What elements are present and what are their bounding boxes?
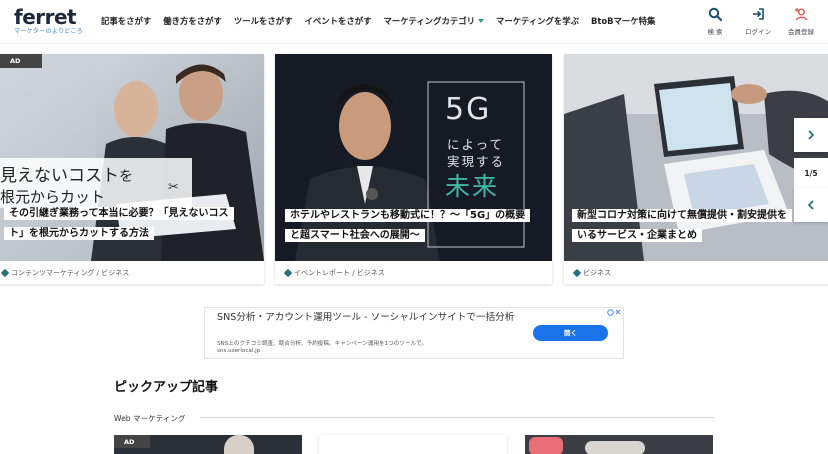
carousel-card[interactable]: 見えないコストを 根元からカット ✂ その引継ぎ業務って本当に必要？「見えないコ… xyxy=(0,54,264,284)
ad-banner[interactable]: SNS分析・アカウント運用ツール - ソーシャルインサイトで一括分析 SNS上の… xyxy=(204,307,624,359)
nav-label: マーケティングカテゴリ xyxy=(383,16,475,26)
ad-description: SNS上のクチコミ調査、競合分析、予約投稿、キャンペーン運用を1つのツールで。 xyxy=(217,341,428,347)
nav-label: イベントをさがす xyxy=(304,16,372,26)
chevron-left-icon xyxy=(807,200,814,210)
pickup-card[interactable] xyxy=(319,435,507,454)
carousel-prev-button[interactable] xyxy=(794,188,828,222)
carousel-pager: 1/5 xyxy=(794,158,828,188)
ad-open-button[interactable]: 開く xyxy=(533,325,608,341)
logo-tagline: マーケターのよりどころ xyxy=(14,28,84,35)
chevron-right-icon xyxy=(808,130,815,140)
card-headline: 新型コロナ対策に向けて無償提供・割安提供を いるサービス・企業まとめ xyxy=(572,206,792,246)
nav-learn-marketing[interactable]: マーケティングを学ぶ xyxy=(496,15,579,27)
nav-label: マーケティングを学ぶ xyxy=(495,16,580,26)
ad-badge: AD xyxy=(0,54,42,68)
tag-icon xyxy=(283,268,293,278)
tag-text: コンテンツマーケティング / ビジネス xyxy=(11,269,130,277)
site-header: ferret マーケターのよりどころ 記事をさがす 働き方をさがす ツールをさが… xyxy=(0,0,828,44)
ad-badge: AD xyxy=(114,435,150,448)
card-image xyxy=(585,441,645,454)
card-headline: その引継ぎ業務って本当に必要？「見えないコス ト」を根元からカットする方法 xyxy=(4,204,234,244)
nav-label: ツールをさがす xyxy=(233,16,293,26)
pickup-section-title: ピックアップ記事 xyxy=(114,380,219,395)
nav-find-events[interactable]: イベントをさがす xyxy=(305,15,372,27)
card-tags: コンテンツマーケティング / ビジネス xyxy=(0,268,130,278)
login-icon xyxy=(753,8,764,20)
image-5g-text: 5G xyxy=(445,92,492,127)
nav-find-workstyle[interactable]: 働き方をさがす xyxy=(163,15,222,27)
ad-title[interactable]: SNS分析・アカウント運用ツール - ソーシャルインサイトで一括分析 xyxy=(217,311,517,325)
ad-url: sns.userlocal.jp xyxy=(217,348,261,354)
search-label: 検 索 xyxy=(707,28,723,36)
carousel-card[interactable]: 新型コロナ対策に向けて無償提供・割安提供を いるサービス・企業まとめ ビジネス xyxy=(564,54,828,284)
adchoices-icon xyxy=(607,309,621,316)
main-nav: 記事をさがす 働き方をさがす ツールをさがす イベントをさがす マーケティングカ… xyxy=(101,15,667,27)
image-text: 未来 xyxy=(445,172,500,201)
pickup-category-label: Web マーケティング xyxy=(114,414,186,423)
logo-wordmark: ferret xyxy=(14,5,77,29)
pickup-card[interactable]: AD xyxy=(114,435,302,454)
nav-marketing-category[interactable]: マーケティングカテゴリ xyxy=(384,15,484,27)
headline-line: と超スマート社会への展開〜 xyxy=(285,229,425,242)
carousel-next-button[interactable] xyxy=(794,118,828,152)
tag-icon xyxy=(0,268,10,278)
card-image: 新型コロナ対策に向けて無償提供・割安提供を いるサービス・企業まとめ xyxy=(564,54,828,261)
headline-line: 新型コロナ対策に向けて無償提供・割安提供を xyxy=(572,209,792,222)
image-caption-box: 見えないコストを 根元からカット ✂ xyxy=(0,158,192,208)
divider xyxy=(200,417,714,418)
card-image: 5G によって 実現する 未来 ホテルやレストランも移動式に！？〜「5G」の概要… xyxy=(275,54,552,261)
card-image: 見えないコストを 根元からカット ✂ その引継ぎ業務って本当に必要？「見えないコ… xyxy=(0,54,264,261)
search-button[interactable]: 検 索 xyxy=(695,7,735,36)
image-text: 見えないコストを xyxy=(0,161,133,186)
image-text-line: 見えないコスト xyxy=(0,166,119,186)
headline-line: ホテルやレストランも移動式に！？〜「5G」の概要 xyxy=(285,209,531,222)
ad-close-icon[interactable] xyxy=(607,309,621,318)
signup-button[interactable]: 会員登録 xyxy=(781,7,821,36)
tag-icon xyxy=(572,268,582,278)
nav-btob-feature[interactable]: BtoBマーケ特集 xyxy=(591,15,655,27)
card-image xyxy=(529,437,563,454)
login-label: ログイン xyxy=(745,28,771,36)
nav-label: 記事をさがす xyxy=(101,16,152,26)
nav-find-tools[interactable]: ツールをさがす xyxy=(234,15,293,27)
nav-label: BtoBマーケ特集 xyxy=(591,16,656,26)
ferret-logo[interactable]: ferret マーケターのよりどころ xyxy=(14,7,83,36)
tag-text: ビジネス xyxy=(583,269,611,277)
search-icon xyxy=(708,7,722,21)
chevron-down-icon xyxy=(477,19,484,23)
signup-label: 会員登録 xyxy=(788,28,814,36)
card-tags: ビジネス xyxy=(572,268,611,278)
carousel-card[interactable]: 5G によって 実現する 未来 ホテルやレストランも移動式に！？〜「5G」の概要… xyxy=(275,54,552,284)
pickup-card[interactable] xyxy=(525,435,713,454)
login-button[interactable]: ログイン xyxy=(738,7,778,36)
card-tags: イベントレポート / ビジネス xyxy=(283,268,385,278)
card-image xyxy=(224,435,254,454)
tag-text: イベントレポート / ビジネス xyxy=(294,269,385,277)
add-user-icon xyxy=(795,8,808,21)
headline-line: ト」を根元からカットする方法 xyxy=(4,227,154,240)
image-text-suffix: を xyxy=(119,169,133,185)
headline-line: その引継ぎ業務って本当に必要？「見えないコス xyxy=(4,207,234,220)
card-headline: ホテルやレストランも移動式に！？〜「5G」の概要 と超スマート社会への展開〜 xyxy=(285,206,531,246)
nav-find-articles[interactable]: 記事をさがす xyxy=(101,15,151,27)
scissors-icon: ✂ xyxy=(168,180,179,195)
featured-carousel: 見えないコストを 根元からカット ✂ その引継ぎ業務って本当に必要？「見えないコ… xyxy=(0,54,828,286)
headline-line: いるサービス・企業まとめ xyxy=(572,229,702,242)
nav-label: 働き方をさがす xyxy=(163,16,222,26)
